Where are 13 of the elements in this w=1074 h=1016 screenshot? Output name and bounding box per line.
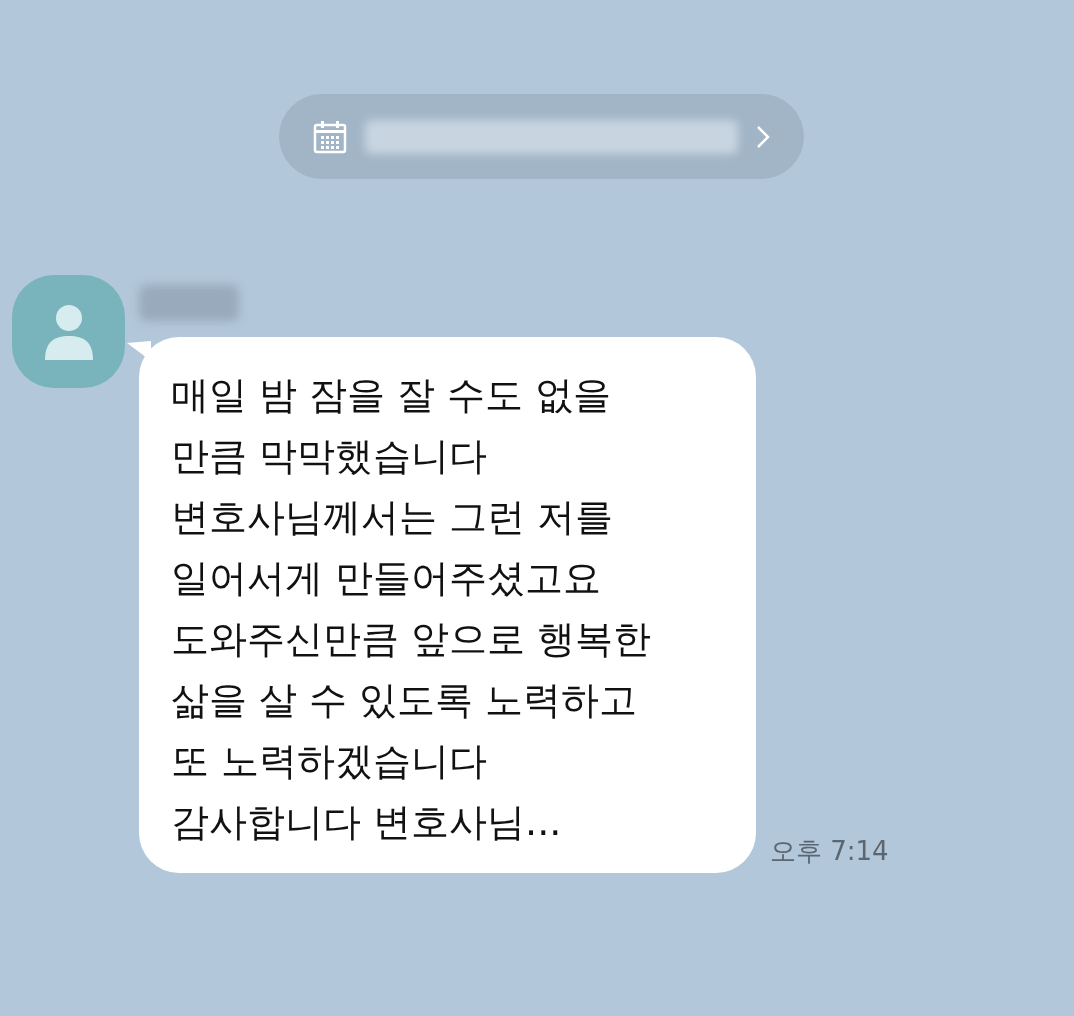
person-icon xyxy=(43,303,94,360)
message-line: 도와주신만큼 앞으로 행복한 xyxy=(171,616,653,663)
calendar-icon xyxy=(312,119,347,154)
message-line: 또 노력하겠습니다 xyxy=(171,738,489,785)
avatar[interactable] xyxy=(12,275,125,388)
message-line: 감사합니다 변호사님... xyxy=(171,799,563,846)
message-time: 오후 7:14 xyxy=(770,835,889,868)
chevron-icon xyxy=(755,124,770,149)
message-line: 변호사님께서는 그런 저를 xyxy=(171,494,615,541)
message-line: 삶을 살 수 있도록 노력하고 xyxy=(171,677,639,724)
message-line: 만큼 막막했습니다 xyxy=(171,433,489,480)
message-line: 매일 밤 잠을 잘 수도 없을 xyxy=(171,372,613,419)
message-line: 일어서게 만들어주셨고요 xyxy=(171,555,603,602)
